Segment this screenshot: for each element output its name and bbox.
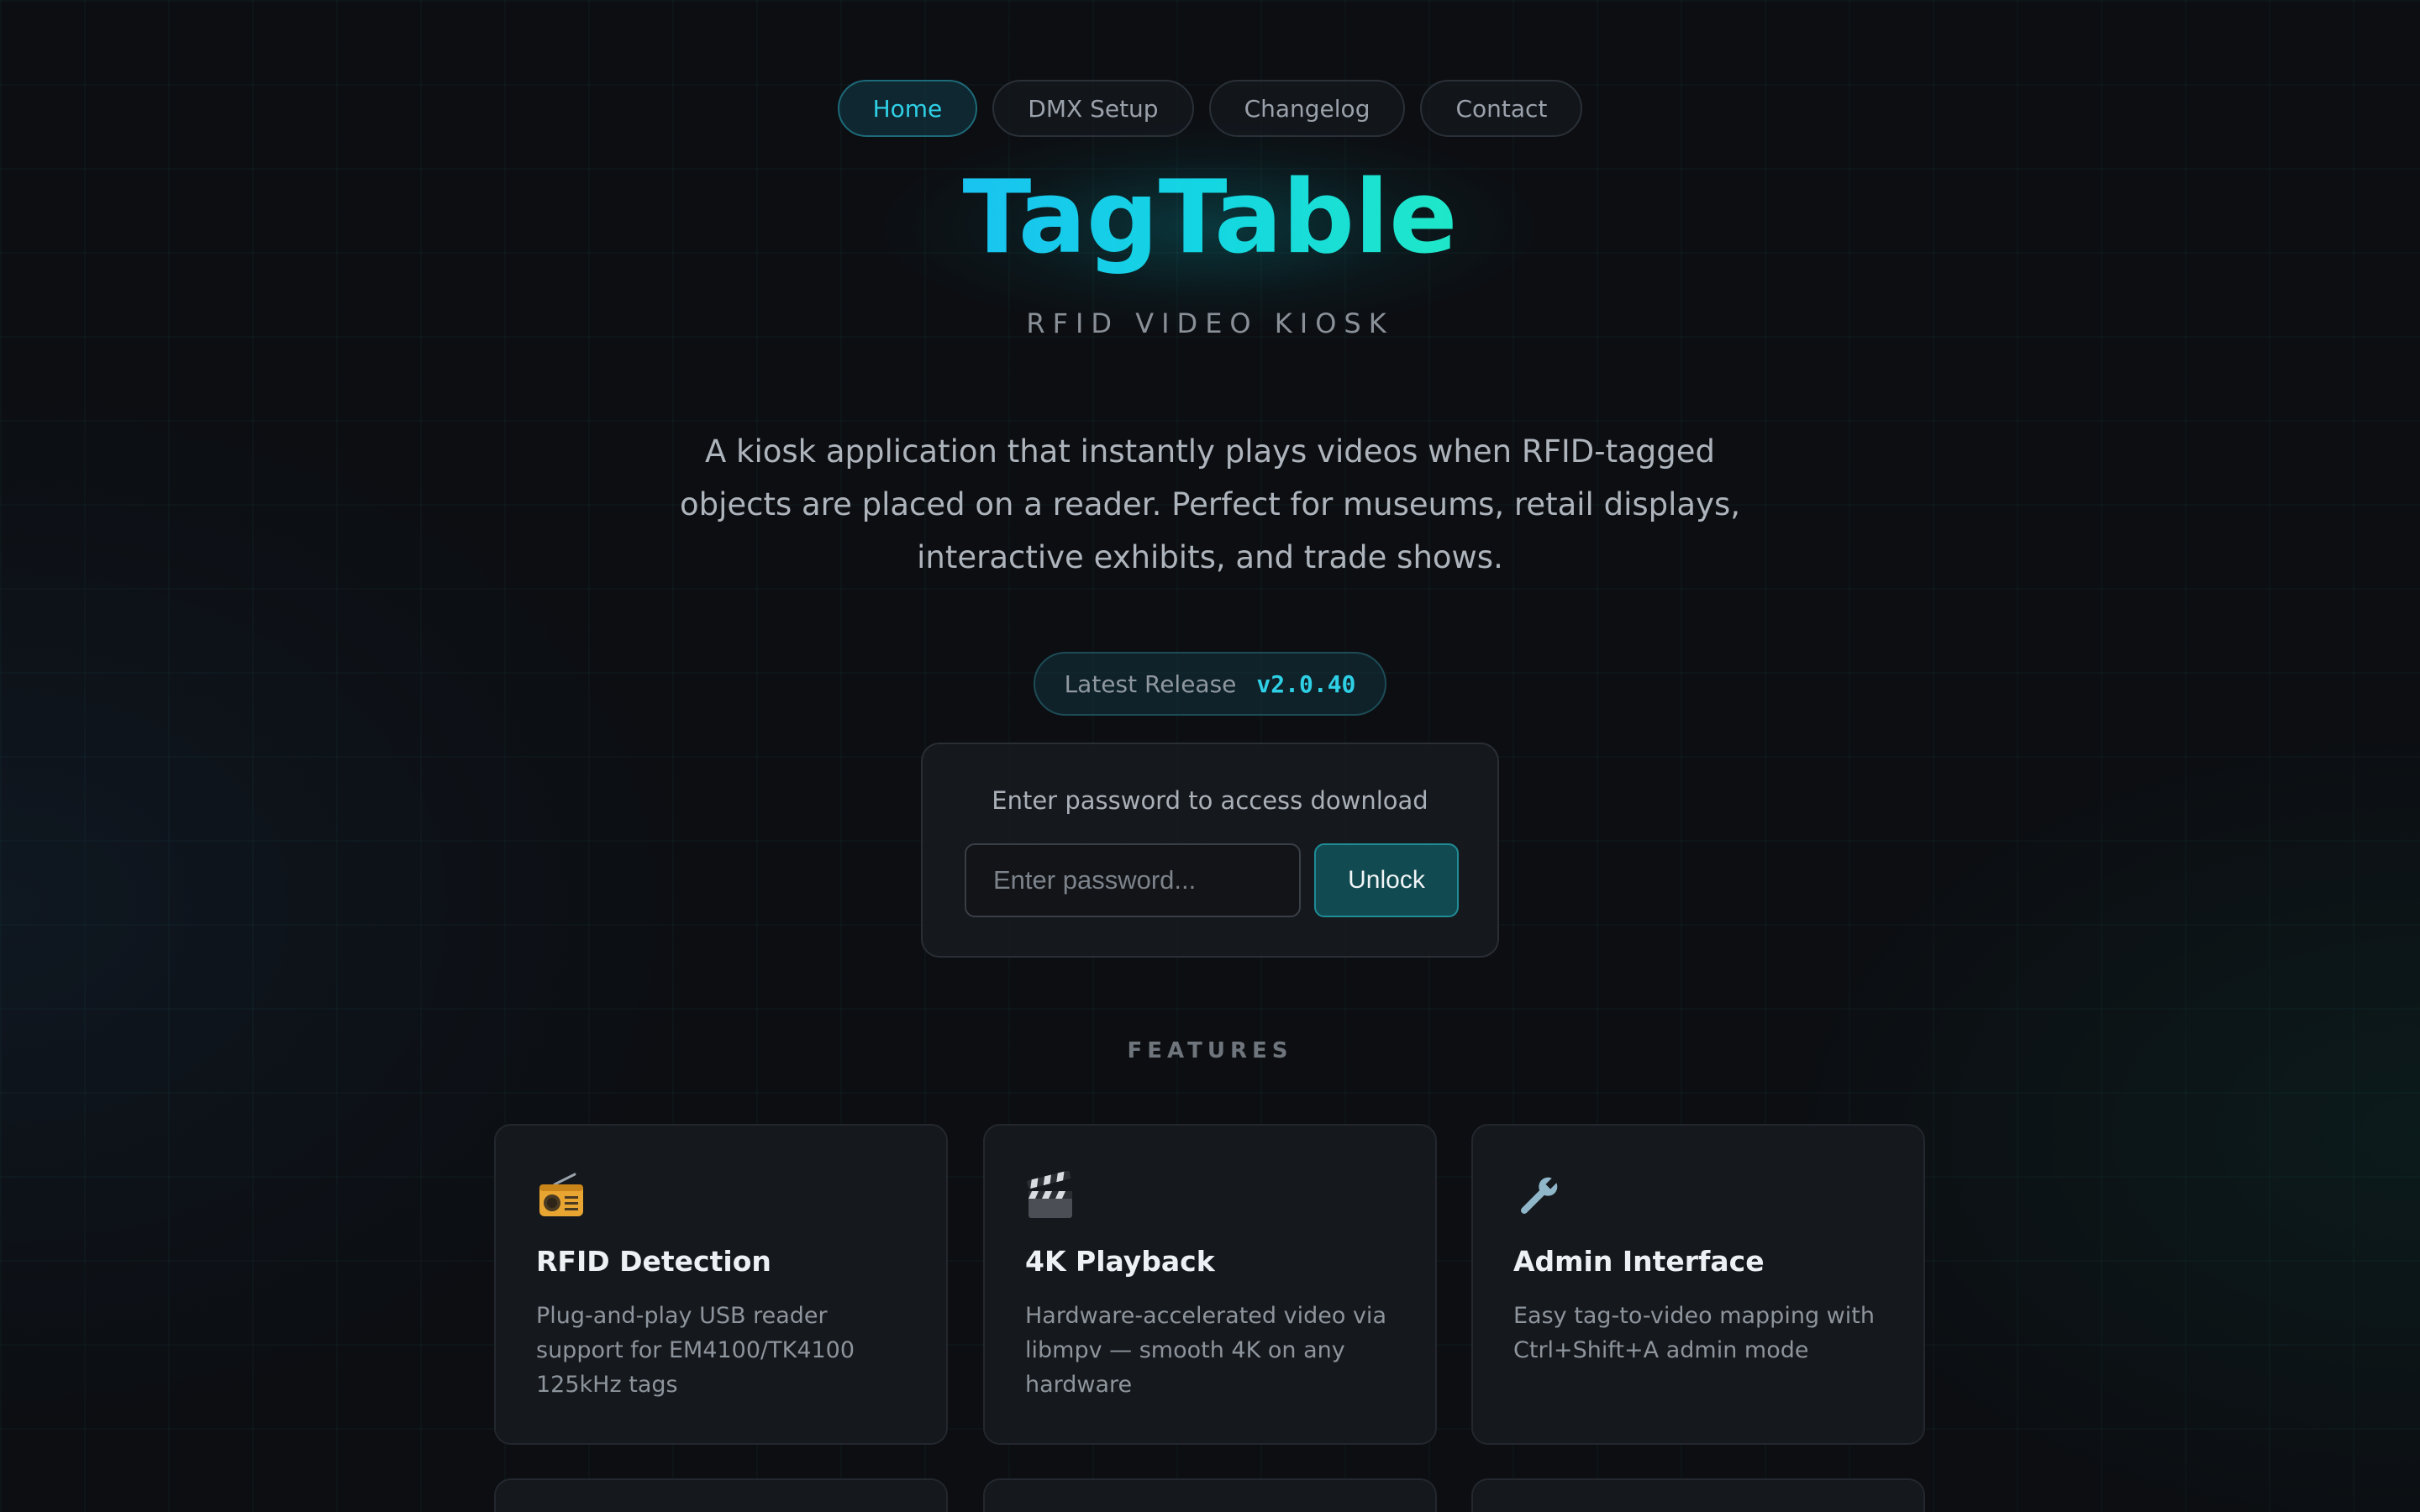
password-card: Enter password to access download Unlock	[921, 743, 1499, 958]
clapperboard-icon	[1025, 1170, 1076, 1221]
feature-card-rfid: RFID Detection Plug-and-play USB reader …	[494, 1124, 948, 1445]
release-badge: Latest Release v2.0.40	[1034, 652, 1386, 716]
feature-card-4k: 4K Playback Hardware-accelerated video v…	[983, 1124, 1437, 1445]
feature-description: Easy tag-to-video mapping with Ctrl+Shif…	[1513, 1303, 1875, 1363]
feature-card-partial	[494, 1478, 948, 1512]
nav-home[interactable]: Home	[837, 80, 978, 137]
feature-title: RFID Detection	[536, 1245, 771, 1278]
feature-title: 4K Playback	[1025, 1245, 1215, 1278]
feature-card-partial	[983, 1478, 1437, 1512]
nav-dmx-setup[interactable]: DMX Setup	[992, 80, 1194, 137]
page-title-text: TagTable	[962, 160, 1458, 276]
page-subtitle: RFID VIDEO KIOSK	[1026, 307, 1394, 339]
page-title: TagTable	[0, 160, 2420, 277]
wrench-icon	[1513, 1171, 1564, 1221]
feature-card-partial	[1471, 1478, 1925, 1512]
feature-description: Plug-and-play USB reader support for EM4…	[536, 1303, 855, 1398]
feature-description: Hardware-accelerated video via libmpv — …	[1025, 1303, 1386, 1398]
hero-description: A kiosk application that instantly plays…	[679, 433, 1741, 575]
unlock-button[interactable]: Unlock	[1314, 843, 1459, 917]
password-input[interactable]	[965, 843, 1301, 917]
feature-card-admin: Admin Interface Easy tag-to-video mappin…	[1471, 1124, 1925, 1445]
top-nav: Home DMX Setup Changelog Contact	[0, 80, 2420, 137]
release-label: Latest Release	[1064, 669, 1237, 698]
nav-changelog[interactable]: Changelog	[1208, 80, 1406, 137]
feature-title: Admin Interface	[1513, 1245, 1765, 1278]
features-heading: FEATURES	[1127, 1038, 1293, 1063]
password-prompt: Enter password to access download	[992, 786, 1428, 815]
radio-icon	[536, 1171, 587, 1221]
nav-contact[interactable]: Contact	[1420, 80, 1583, 137]
release-version: v2.0.40	[1256, 669, 1356, 698]
